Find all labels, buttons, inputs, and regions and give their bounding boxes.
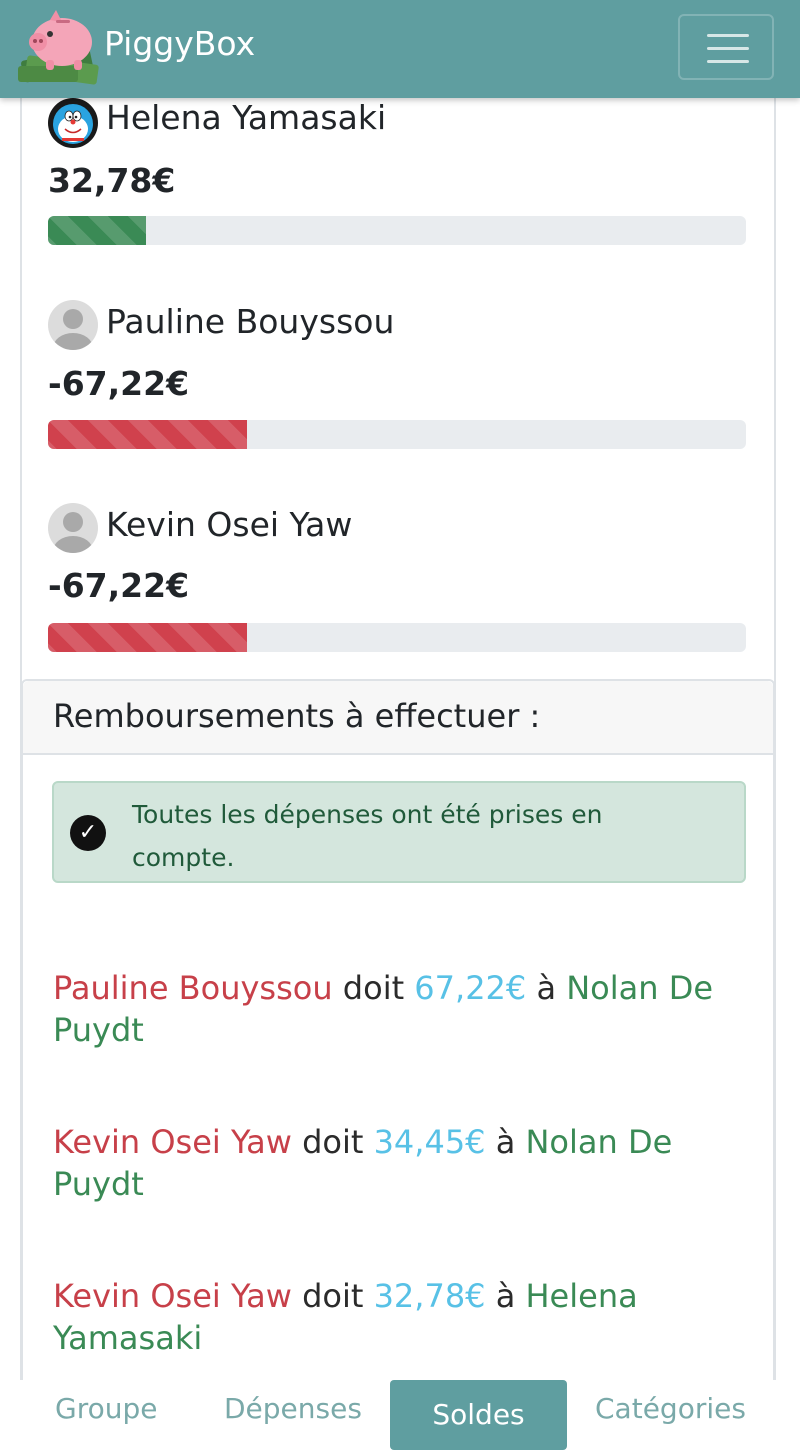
debt-amount: 67,22€ bbox=[414, 969, 527, 1007]
debt-preposition: à bbox=[536, 969, 557, 1007]
bottom-tab-bar: Groupe Dépenses Soldes Catégories bbox=[0, 1380, 800, 1454]
debt-item: Kevin Osei Yaw doit 32,78€ à Helena Yama… bbox=[53, 1275, 753, 1359]
balance-progress bbox=[48, 216, 746, 245]
balance-item: Helena Yamasaki 32,78€ bbox=[48, 98, 748, 248]
piggy-bank-money-icon[interactable] bbox=[16, 8, 106, 88]
default-user-avatar-icon bbox=[48, 300, 98, 350]
tab-soldes[interactable]: Soldes bbox=[390, 1380, 567, 1450]
debt-amount: 32,78€ bbox=[373, 1277, 486, 1315]
progress-fill bbox=[48, 420, 247, 449]
default-user-avatar-icon bbox=[48, 503, 98, 553]
balance-amount: 32,78€ bbox=[48, 161, 176, 200]
debt-item: Pauline Bouyssou doit 67,22€ à Nolan De … bbox=[53, 967, 753, 1051]
debt-verb: doit bbox=[342, 969, 405, 1007]
debtor-name: Kevin Osei Yaw bbox=[53, 1123, 292, 1161]
hamburger-bar bbox=[707, 60, 749, 63]
debt-verb: doit bbox=[302, 1277, 364, 1315]
tab-groupe[interactable]: Groupe bbox=[55, 1392, 157, 1425]
debtor-name: Pauline Bouyssou bbox=[53, 969, 333, 1007]
balance-item: Pauline Bouyssou -67,22€ bbox=[48, 300, 748, 450]
menu-toggle-button[interactable] bbox=[678, 14, 774, 80]
hamburger-menu-icon bbox=[707, 34, 749, 37]
debt-amount: 34,45€ bbox=[373, 1123, 486, 1161]
debt-verb: doit bbox=[302, 1123, 364, 1161]
check-circle-icon: ✓ bbox=[70, 815, 106, 851]
debtor-name: Kevin Osei Yaw bbox=[53, 1277, 292, 1315]
tab-depenses[interactable]: Dépenses bbox=[224, 1392, 362, 1425]
balance-amount: -67,22€ bbox=[48, 566, 190, 605]
balance-head: Kevin Osei Yaw bbox=[48, 503, 748, 553]
debt-preposition: à bbox=[495, 1277, 516, 1315]
member-name: Kevin Osei Yaw bbox=[106, 505, 353, 544]
balance-item: Kevin Osei Yaw -67,22€ bbox=[48, 503, 748, 653]
balance-head: Pauline Bouyssou bbox=[48, 300, 748, 350]
card-header: Remboursements à effectuer : bbox=[23, 681, 773, 755]
navbar: PiggyBox bbox=[0, 0, 800, 98]
tab-categories[interactable]: Catégories bbox=[595, 1392, 746, 1425]
progress-fill bbox=[48, 623, 247, 652]
balance-amount: -67,22€ bbox=[48, 364, 190, 403]
balance-progress bbox=[48, 420, 746, 449]
hamburger-bar bbox=[707, 47, 749, 50]
card-title: Remboursements à effectuer : bbox=[53, 697, 541, 735]
progress-fill bbox=[48, 216, 146, 245]
reimbursements-card: Remboursements à effectuer : ✓ Toutes le… bbox=[21, 679, 775, 1439]
debt-item: Kevin Osei Yaw doit 34,45€ à Nolan De Pu… bbox=[53, 1121, 753, 1205]
success-alert: ✓ Toutes les dépenses ont été prises en … bbox=[52, 781, 746, 883]
brand-name[interactable]: PiggyBox bbox=[104, 24, 255, 63]
member-name: Helena Yamasaki bbox=[106, 98, 387, 137]
alert-text: Toutes les dépenses ont été prises en co… bbox=[132, 800, 603, 872]
debt-preposition: à bbox=[495, 1123, 516, 1161]
balance-head: Helena Yamasaki bbox=[48, 98, 748, 148]
balance-progress bbox=[48, 623, 746, 652]
doraemon-avatar-icon bbox=[48, 98, 98, 148]
member-name: Pauline Bouyssou bbox=[106, 302, 395, 341]
